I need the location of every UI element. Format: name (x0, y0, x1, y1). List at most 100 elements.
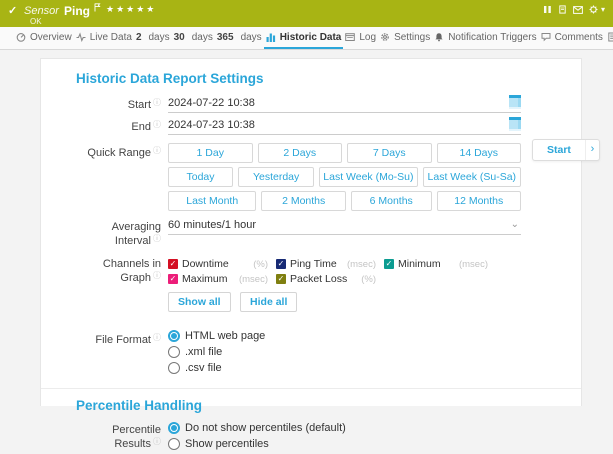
header-action-icons: ▾ (543, 5, 605, 14)
percentile-results-row: Percentile Resultsⓘ Do not show percenti… (76, 422, 581, 454)
quick-range-button-14-days[interactable]: 14 Days (437, 143, 522, 163)
tab-365-days[interactable]: 365 days (215, 27, 264, 49)
radio-selected-icon (168, 422, 180, 434)
channel-maximum[interactable]: Maximum (msec) (168, 273, 268, 285)
channel-name: Packet Loss (290, 273, 361, 285)
page-content: Historic Data Report Settings Startⓘ 202… (0, 51, 613, 406)
tab-label: Log (359, 32, 376, 43)
gear-icon (380, 32, 390, 42)
checkbox-checked-icon (384, 259, 394, 269)
info-icon[interactable]: ⓘ (153, 120, 161, 129)
report-icon[interactable] (558, 5, 567, 14)
quick-range-button-6-months[interactable]: 6 Months (351, 191, 432, 211)
start-row: Startⓘ 2024-07-22 10:38 (76, 95, 581, 113)
channel-packet-loss[interactable]: Packet Loss (%) (276, 273, 376, 285)
sensor-kind-label: Sensor (24, 5, 59, 17)
info-icon[interactable]: ⓘ (153, 271, 161, 280)
quick-range-button-last-week-su-sa[interactable]: Last Week (Su-Sa) (423, 167, 521, 187)
channel-checkbox-grid: Downtime (%) Ping Time (msec) Minimum (m… (168, 258, 521, 285)
quick-range-row: Quick Rangeⓘ 1 Day 2 Days 7 Days 14 Days… (76, 143, 581, 211)
sensor-status-badge: OK (30, 17, 42, 26)
radio-label: .csv file (185, 362, 222, 374)
channel-unit: (%) (361, 274, 376, 285)
tab-log[interactable]: Log (343, 27, 378, 49)
averaging-interval-value: 60 minutes/1 hour (168, 219, 256, 231)
info-icon[interactable]: ⓘ (153, 234, 161, 243)
tab-label: Historic Data (280, 32, 342, 43)
quick-range-button-2-days[interactable]: 2 Days (258, 143, 343, 163)
tab-label: Overview (30, 32, 72, 43)
tab-settings[interactable]: Settings (378, 27, 432, 49)
radio-csv-file[interactable]: .csv file (168, 362, 521, 374)
tab-history[interactable]: History (605, 27, 613, 49)
quick-range-button-2-months[interactable]: 2 Months (261, 191, 346, 211)
channel-minimum[interactable]: Minimum (msec) (384, 258, 488, 270)
channel-name: Maximum (182, 273, 239, 285)
caret-down-icon[interactable]: ▾ (601, 5, 605, 14)
quick-range-button-1-day[interactable]: 1 Day (168, 143, 253, 163)
channels-label: Channels in Graphⓘ (76, 256, 161, 284)
tab-label: Notification Triggers (448, 32, 536, 43)
end-label: Endⓘ (76, 117, 161, 133)
start-date-value: 2024-07-22 10:38 (168, 95, 255, 109)
radio-label: Show percentiles (185, 438, 269, 450)
tab-number: 2 (136, 32, 142, 43)
tab-notification-triggers[interactable]: Notification Triggers (432, 27, 538, 49)
tab-live-data[interactable]: Live Data (74, 27, 134, 49)
chevron-right-icon[interactable]: › (585, 140, 599, 160)
settings-card: Historic Data Report Settings Startⓘ 202… (40, 58, 582, 406)
info-icon[interactable]: ⓘ (153, 437, 161, 446)
end-row: Endⓘ 2024-07-23 10:38 (76, 117, 581, 135)
tab-number: 30 (174, 32, 185, 43)
calendar-icon[interactable] (509, 95, 521, 109)
info-icon[interactable]: ⓘ (153, 333, 161, 342)
sensor-name[interactable]: Ping (64, 4, 90, 18)
comment-icon (541, 32, 551, 42)
tab-30-days[interactable]: 30 days (172, 27, 215, 49)
quick-range-button-yesterday[interactable]: Yesterday (238, 167, 314, 187)
quick-range-label: Quick Rangeⓘ (76, 143, 161, 159)
email-icon[interactable] (573, 6, 583, 14)
calendar-icon[interactable] (509, 117, 521, 131)
tab-historic-data[interactable]: Historic Data (264, 27, 344, 49)
info-icon[interactable]: ⓘ (153, 98, 161, 107)
start-button[interactable]: Start › (532, 139, 600, 161)
file-format-label: File Formatⓘ (76, 330, 161, 346)
tab-label: Live Data (90, 32, 132, 43)
quick-range-button-today[interactable]: Today (168, 167, 233, 187)
radio-xml-file[interactable]: .xml file (168, 346, 521, 358)
tab-overview[interactable]: Overview (14, 27, 74, 49)
radio-html-web-page[interactable]: HTML web page (168, 330, 521, 342)
tab-unit: days (192, 32, 213, 43)
gear-icon[interactable] (589, 5, 598, 14)
radio-show-percentiles[interactable]: Show percentiles (168, 438, 521, 450)
quick-range-button-7-days[interactable]: 7 Days (347, 143, 432, 163)
section-title-percentile: Percentile Handling (76, 399, 581, 413)
quick-range-button-last-month[interactable]: Last Month (168, 191, 256, 211)
quick-range-button-last-week-mo-su[interactable]: Last Week (Mo-Su) (319, 167, 417, 187)
radio-do-not-show-percentiles[interactable]: Do not show percentiles (default) (168, 422, 521, 434)
log-icon (345, 32, 355, 42)
tab-comments[interactable]: Comments (539, 27, 605, 49)
flag-icon (94, 3, 101, 12)
end-date-input[interactable]: 2024-07-23 10:38 (168, 117, 521, 135)
channel-name: Ping Time (290, 258, 347, 270)
radio-unselected-icon (168, 438, 180, 450)
priority-stars[interactable]: ★★★★★ (106, 4, 156, 15)
channel-ping-time[interactable]: Ping Time (msec) (276, 258, 376, 270)
channel-name: Downtime (182, 258, 253, 270)
tab-2-days[interactable]: 2 days (134, 27, 172, 49)
averaging-interval-select[interactable]: 60 minutes/1 hour ⌄ (168, 219, 521, 235)
show-all-button[interactable]: Show all (168, 292, 231, 312)
radio-label: Do not show percentiles (default) (185, 422, 346, 434)
tab-label: Comments (555, 32, 603, 43)
radio-unselected-icon (168, 362, 180, 374)
pause-icon[interactable] (543, 5, 552, 14)
channel-downtime[interactable]: Downtime (%) (168, 258, 268, 270)
hide-all-button[interactable]: Hide all (240, 292, 297, 312)
percentile-results-label: Percentile Resultsⓘ (76, 422, 161, 450)
info-icon[interactable]: ⓘ (153, 146, 161, 155)
tab-unit: days (241, 32, 262, 43)
quick-range-button-12-months[interactable]: 12 Months (437, 191, 522, 211)
start-date-input[interactable]: 2024-07-22 10:38 (168, 95, 521, 113)
